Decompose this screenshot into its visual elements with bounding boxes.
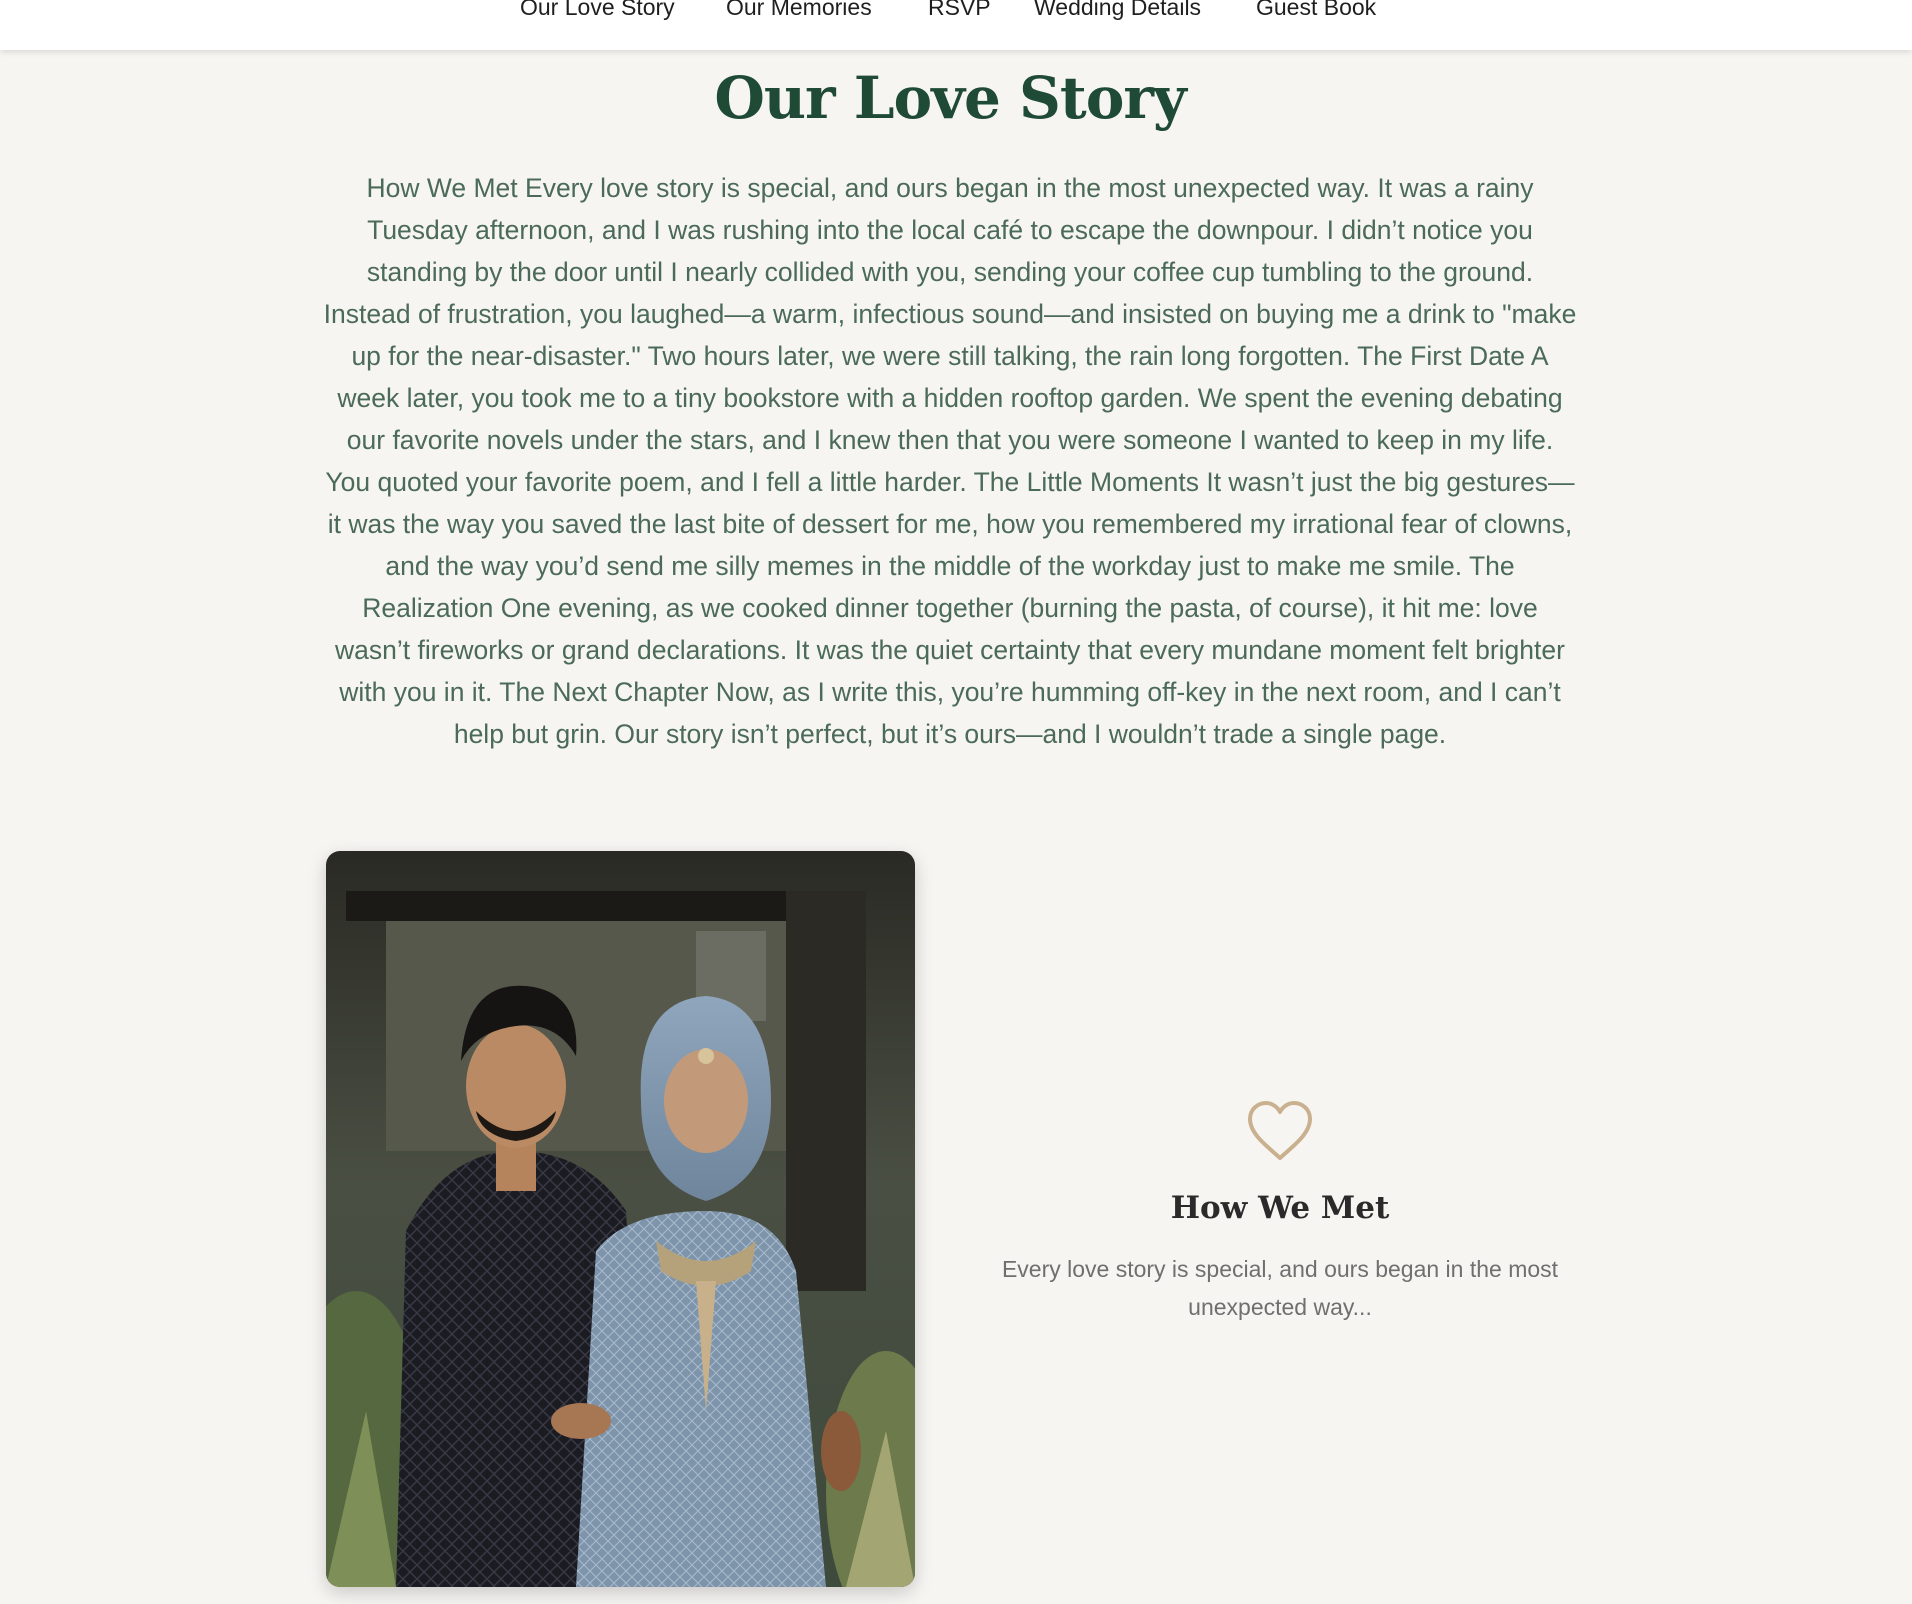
heart-outline-icon bbox=[1248, 1101, 1312, 1160]
how-we-met-card: How We Met Every love story is special, … bbox=[990, 1100, 1570, 1326]
nav-link-wedding-details[interactable]: Wedding Details bbox=[1034, 0, 1201, 21]
nav-link-our-love-story[interactable]: Our Love Story bbox=[520, 0, 675, 21]
page-title: Our Love Story bbox=[714, 64, 1186, 132]
card-text: Every love story is special, and ours be… bbox=[1001, 1256, 1559, 1320]
top-navigation: Our Love Story Our Memories RSVP Wedding… bbox=[0, 0, 1912, 50]
story-paragraph: How We Met Every love story is special, … bbox=[323, 173, 1577, 749]
couple-photo bbox=[326, 851, 915, 1587]
nav-link-rsvp[interactable]: RSVP bbox=[928, 0, 991, 21]
card-title: How We Met bbox=[1170, 1190, 1390, 1226]
nav-link-our-memories[interactable]: Our Memories bbox=[726, 0, 872, 21]
nav-link-guest-book[interactable]: Guest Book bbox=[1256, 0, 1376, 21]
